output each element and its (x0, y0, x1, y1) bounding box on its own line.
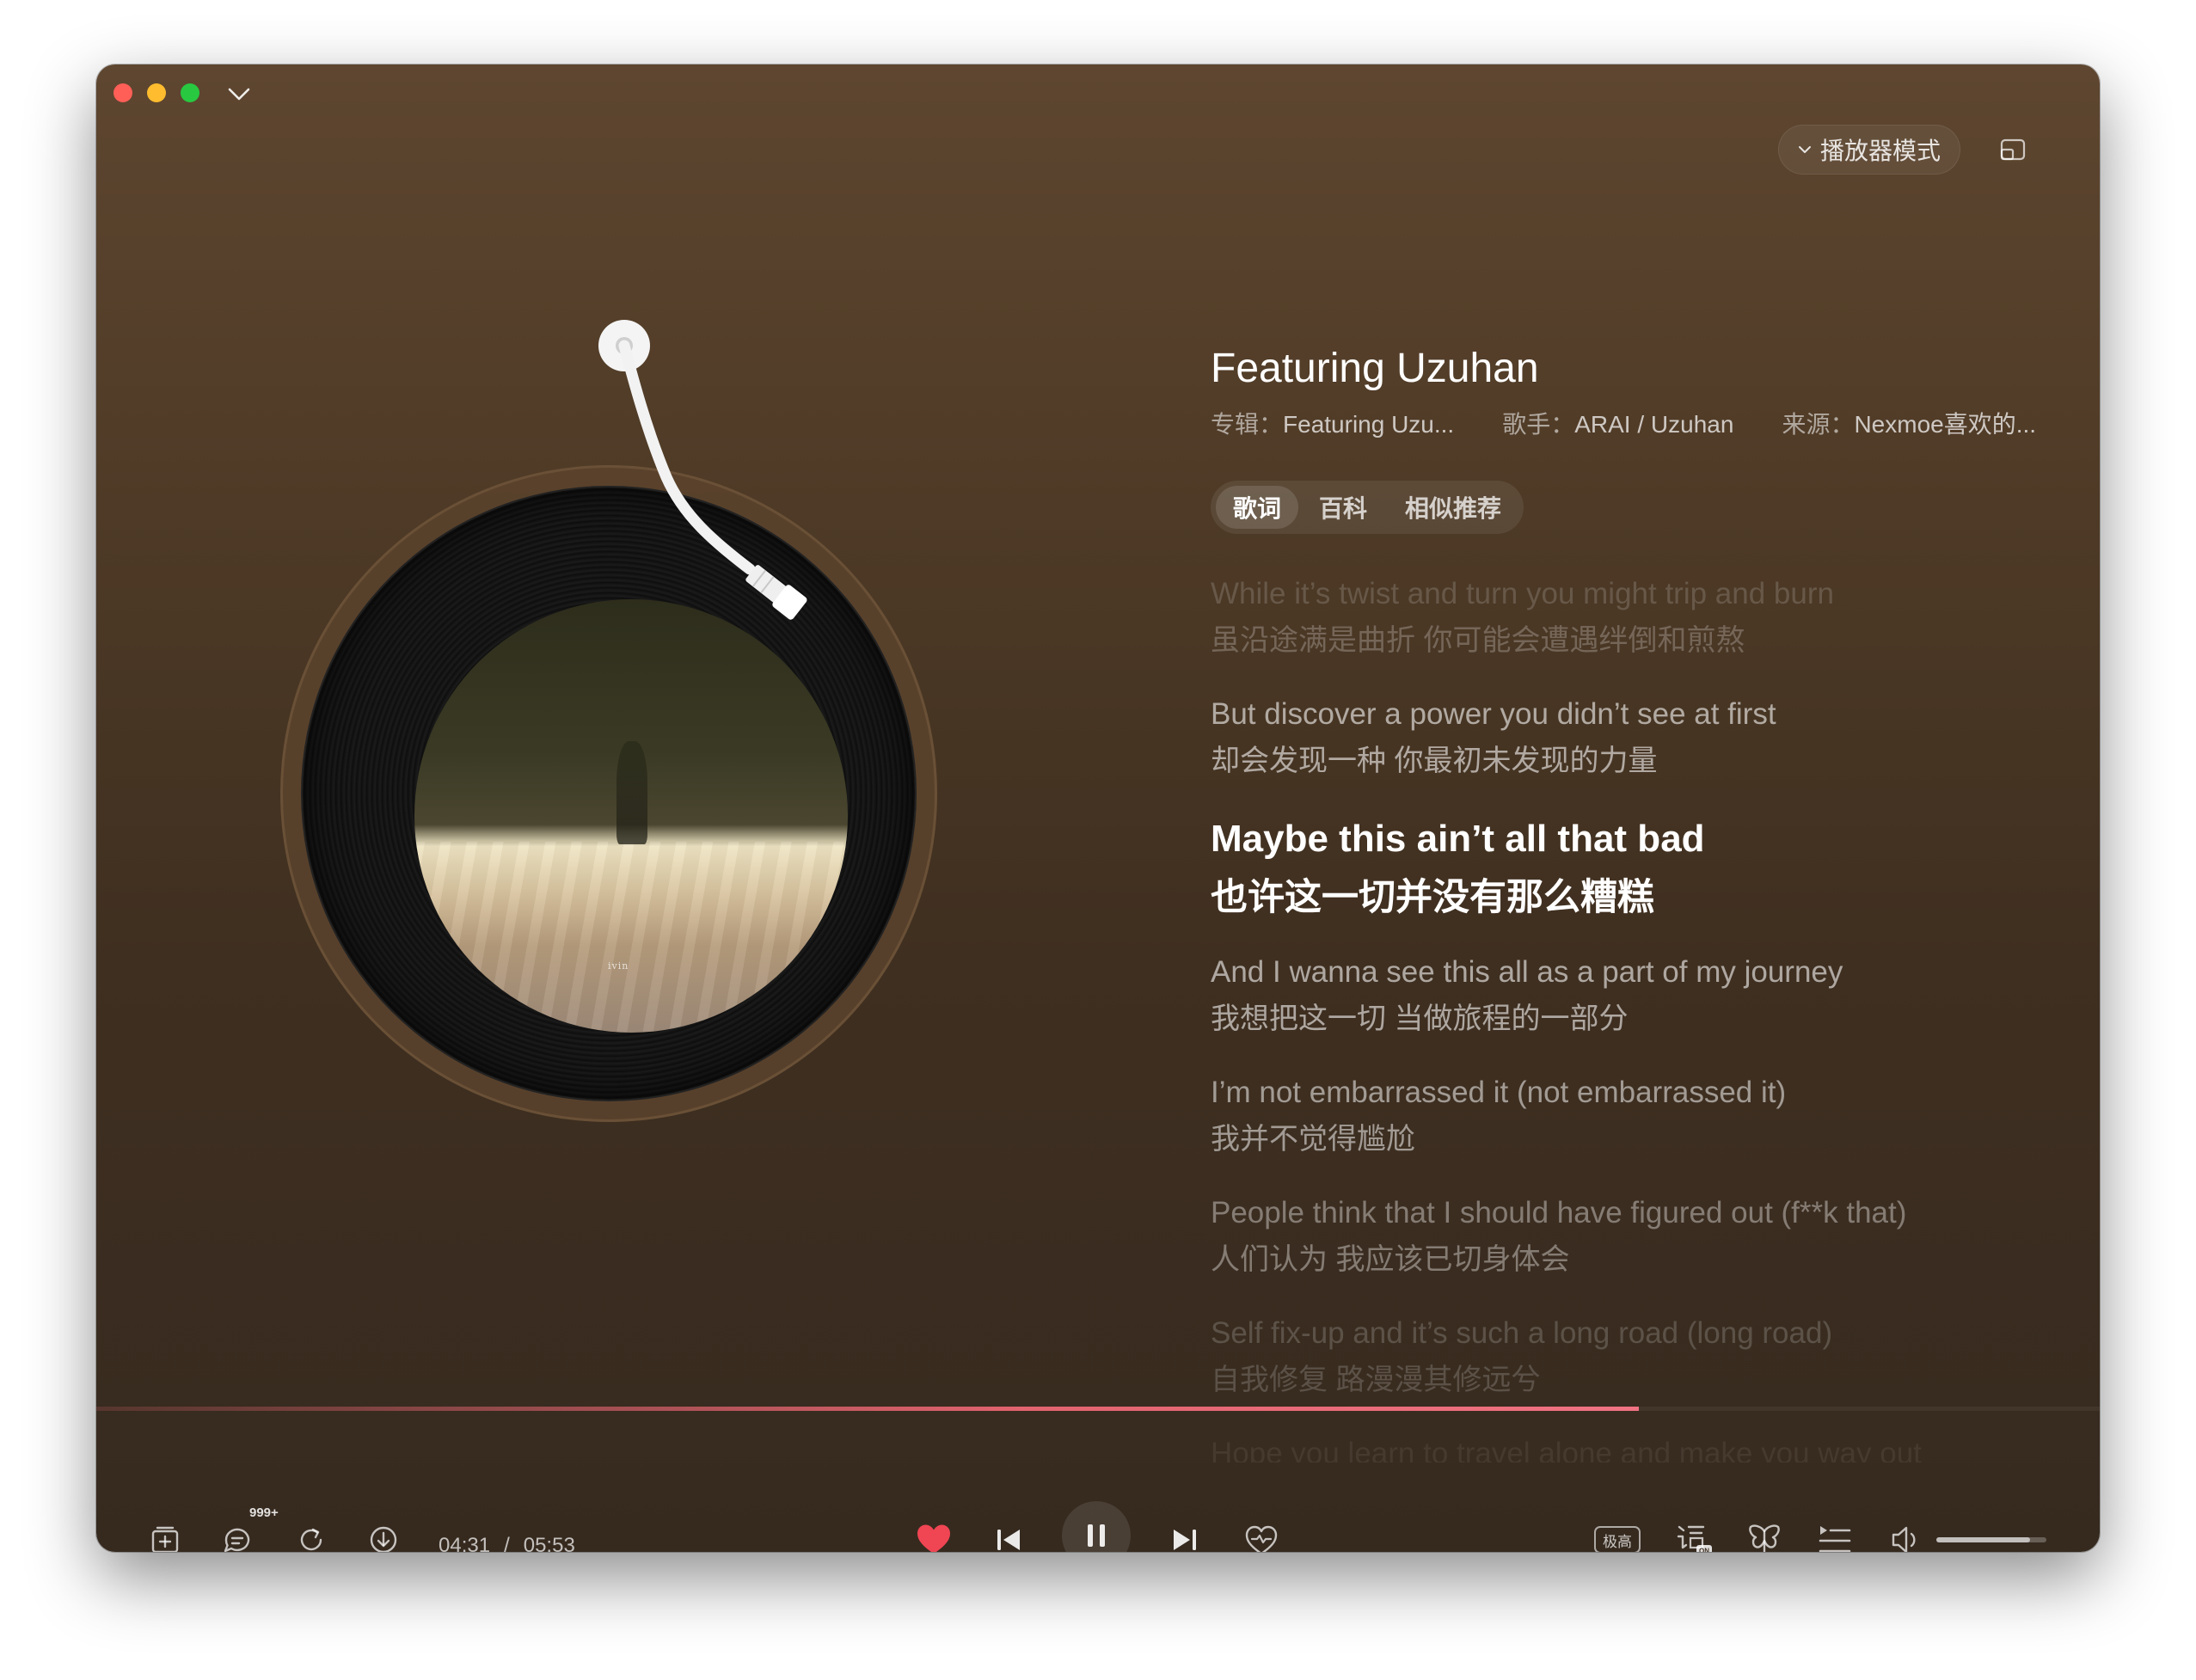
album-info[interactable]: 专辑：Featuring Uzu... (1211, 406, 1454, 440)
total-time: 05:53 (523, 1534, 575, 1552)
lyric-translation: 我并不觉得尴尬 (1211, 1123, 1415, 1156)
lyric-translation: 我想把这一切 当做旅程的一部分 (1211, 1002, 1629, 1035)
cover-figure (616, 741, 647, 844)
lyric-line[interactable]: And I wanna see this all as a part of my… (1211, 955, 1843, 1037)
lyric-translation: 也许这一切并没有那么糟糕 (1211, 877, 1654, 918)
close-window-button[interactable] (113, 83, 132, 102)
svg-text:ON: ON (1699, 1548, 1709, 1553)
lyric-original: Maybe this ain’t all that bad (1211, 818, 1705, 860)
mini-player-icon[interactable] (1998, 135, 2027, 164)
lyrics-toggle-button[interactable]: ON (1675, 1521, 1714, 1552)
lyric-original: And I wanna see this all as a part of my… (1211, 955, 1843, 989)
collapse-player-icon[interactable] (225, 80, 253, 107)
artist-label: 歌手： (1502, 411, 1575, 438)
lyric-translation: 却会发现一种 你最初未发现的力量 (1211, 745, 1658, 777)
minimize-window-button[interactable] (147, 83, 166, 102)
volume-button[interactable] (1888, 1523, 1923, 1552)
previous-track-button[interactable] (991, 1523, 1026, 1552)
lyric-line[interactable]: I’m not embarrassed it (not embarrassed … (1211, 1076, 1786, 1157)
artist-info[interactable]: 歌手：ARAI / Uzuhan (1502, 406, 1733, 440)
add-to-playlist-icon (151, 1526, 179, 1552)
comment-count-badge: 999+ (249, 1505, 279, 1520)
previous-icon (997, 1530, 1020, 1550)
player-mode-label: 播放器模式 (1820, 138, 1941, 164)
chevron-down-icon (1799, 146, 1811, 153)
speaker-icon (1892, 1526, 1916, 1552)
next-icon (1174, 1530, 1196, 1550)
share-button[interactable] (294, 1523, 328, 1552)
next-track-button[interactable] (1168, 1523, 1202, 1552)
download-icon (370, 1526, 397, 1552)
lyrics-panel[interactable]: While it’s twist and turn you might trip… (1211, 577, 2070, 1462)
lyric-translation: 人们认为 我应该已切身体会 (1211, 1243, 1570, 1276)
like-button[interactable] (915, 1521, 953, 1552)
cover-brand-text: ivin (608, 960, 629, 972)
album-label: 专辑： (1211, 411, 1284, 438)
album-cover[interactable]: ivin (414, 599, 848, 1033)
cover-light-rays (414, 842, 848, 1033)
volume-level (1936, 1537, 2030, 1542)
current-time: 04:31 (439, 1534, 491, 1552)
download-button[interactable] (366, 1523, 401, 1552)
song-title: Featuring Uzuhan (1211, 346, 1539, 391)
player-window: 播放器模式 ivin Featuring Uzuhan 专辑：Featuring… (96, 64, 2100, 1552)
playlist-icon (1819, 1526, 1851, 1552)
lyric-original: I’m not embarrassed it (not embarrassed … (1211, 1076, 1787, 1109)
lyric-line[interactable]: Self fix-up and it’s such a long road (l… (1211, 1316, 1832, 1398)
artist-name[interactable]: ARAI / Uzuhan (1574, 411, 1733, 438)
hifi-button[interactable] (1745, 1521, 1783, 1552)
turntable: ivin (280, 465, 937, 1122)
player-mode-button[interactable]: 播放器模式 (1778, 125, 1961, 175)
tab-similar[interactable]: 相似推荐 (1388, 486, 1518, 529)
zoom-window-button[interactable] (181, 83, 199, 102)
volume-slider[interactable] (1936, 1537, 2046, 1542)
lyric-original: While it’s twist and turn you might trip… (1211, 577, 1834, 610)
lyric-translation: 自我修复 路漫漫其修远兮 (1211, 1364, 1541, 1396)
lyric-line[interactable]: But discover a power you didn’t see at f… (1211, 697, 1776, 779)
butterfly-icon (1749, 1524, 1780, 1552)
album-name[interactable]: Featuring Uzu... (1283, 411, 1454, 438)
source-label: 来源： (1782, 411, 1855, 438)
lyric-translation: 虽沿途满是曲折 你可能会遭遇绊倒和煎熬 (1211, 624, 1745, 657)
window-controls (113, 83, 199, 102)
lyric-line[interactable]: While it’s twist and turn you might trip… (1211, 577, 1834, 659)
heartbeat-mode-button[interactable] (1243, 1523, 1279, 1552)
source-name[interactable]: Nexmoe喜欢的... (1854, 411, 2036, 438)
lyric-line[interactable]: People think that I should have figured … (1211, 1196, 1906, 1278)
lyric-original: People think that I should have figured … (1211, 1196, 1907, 1229)
tab-wiki[interactable]: 百科 (1302, 486, 1384, 529)
playlist-button[interactable] (1816, 1521, 1854, 1552)
lyric-original: Self fix-up and it’s such a long road (l… (1211, 1316, 1833, 1350)
source-info[interactable]: 来源：Nexmoe喜欢的... (1782, 406, 2036, 440)
content-tabs: 歌词 百科 相似推荐 (1211, 481, 1524, 534)
heartbeat-icon (1245, 1525, 1278, 1552)
time-separator: / (504, 1534, 510, 1552)
pause-icon (1088, 1524, 1105, 1547)
lyrics-on-icon: ON (1677, 1525, 1712, 1553)
vinyl-disc: ivin (303, 487, 915, 1100)
lyric-original: But discover a power you didn’t see at f… (1211, 697, 1776, 731)
tab-lyrics[interactable]: 歌词 (1216, 486, 1299, 529)
comments-button[interactable] (220, 1523, 255, 1552)
heart-filled-icon (917, 1524, 950, 1552)
comment-icon (224, 1528, 250, 1552)
time-display: 04:31 / 05:53 (439, 1534, 575, 1552)
player-control-bar: 999+ 04:31 / 05:53 极高 ON (96, 1411, 2100, 1552)
share-icon (300, 1528, 322, 1551)
add-to-playlist-button[interactable] (148, 1523, 182, 1552)
lyric-line-current[interactable]: Maybe this ain’t all that bad 也许这一切并没有那么… (1211, 818, 1705, 921)
sound-quality-button[interactable]: 极高 (1594, 1526, 1641, 1552)
play-pause-button[interactable] (1062, 1501, 1131, 1552)
song-meta: 专辑：Featuring Uzu... 歌手：ARAI / Uzuhan 来源：… (1211, 406, 2036, 440)
